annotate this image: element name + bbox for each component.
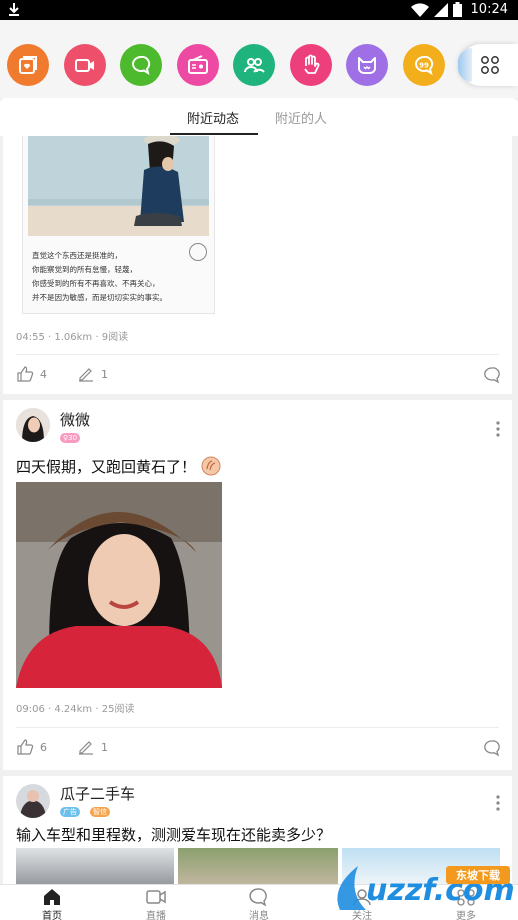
- smart-badge: 智信: [90, 807, 110, 817]
- nav-live[interactable]: 直播: [104, 885, 208, 920]
- nav-home[interactable]: 首页: [0, 885, 104, 920]
- ad-image[interactable]: [178, 848, 338, 884]
- post-image[interactable]: 直觉这个东西还是挺准的， 你能察觉到的所有怠慢，轻蔑， 你感受到的所有不再喜欢、…: [22, 136, 215, 314]
- nav-label: 首页: [42, 911, 62, 920]
- clapping-hands-emoji-icon: [201, 456, 221, 476]
- post-text-content: 四天假期，又跑回黄石了！: [16, 458, 197, 476]
- status-bar: 10:24: [0, 0, 518, 20]
- home-icon: [44, 889, 60, 905]
- post-time: 09:06: [16, 704, 45, 715]
- post-distance: 4.24km: [54, 704, 93, 715]
- group-icon[interactable]: [233, 44, 275, 86]
- pencil-icon: [79, 741, 93, 755]
- ad-badge: 广告: [60, 807, 80, 817]
- username[interactable]: 微微: [60, 409, 90, 430]
- more-options-icon[interactable]: [496, 421, 500, 437]
- nav-label: 消息: [249, 911, 269, 920]
- post-text: 四天假期，又跑回黄石了！: [16, 456, 221, 477]
- post-time: 04:55: [16, 332, 45, 343]
- chat-bubble-icon[interactable]: [120, 44, 162, 86]
- radio-icon[interactable]: [177, 44, 219, 86]
- photo-album-icon[interactable]: [7, 44, 49, 86]
- app-screen: 10:24 99 附近动态 附近的人 直觉这个东西还是挺准的， 你能察觉到的所有…: [0, 0, 518, 920]
- active-tab-indicator: [170, 133, 258, 135]
- avatar-photo: [16, 784, 50, 818]
- like-count: 6: [40, 740, 47, 754]
- watermark-logo: uzzf.com 东坡下载: [328, 858, 515, 916]
- feed-tabs: 附近动态 附近的人: [0, 98, 518, 136]
- post-reads: 9阅读: [101, 332, 129, 343]
- comment-count: 1: [101, 367, 108, 381]
- divider: [16, 727, 499, 728]
- avatar[interactable]: [16, 784, 50, 818]
- watermark-tag-text: 东坡下载: [456, 868, 500, 882]
- more-apps-button[interactable]: [458, 44, 518, 86]
- divider: [16, 354, 499, 355]
- post-reads: 25阅读: [101, 704, 135, 715]
- cat-face-icon[interactable]: [346, 44, 388, 86]
- nav-messages[interactable]: 消息: [207, 885, 311, 920]
- post-distance: 1.06km: [54, 332, 93, 343]
- feed-list[interactable]: 直觉这个东西还是挺准的， 你能察觉到的所有怠慢，轻蔑， 你感受到的所有不再喜欢、…: [0, 136, 518, 884]
- post-meta: 04:55 · 1.06km · 9阅读: [16, 332, 129, 343]
- avatar[interactable]: [16, 408, 50, 442]
- ad-image[interactable]: [16, 848, 174, 884]
- avatar-photo: [16, 408, 50, 442]
- grid-menu-icon: [481, 56, 499, 74]
- comment-count-button[interactable]: 1: [77, 738, 108, 756]
- tab-nearby-people[interactable]: 附近的人: [275, 108, 327, 127]
- comment-count-button[interactable]: 1: [77, 365, 108, 383]
- uzzf-logo: uzzf.com 东坡下载: [337, 866, 515, 910]
- battery-icon: [452, 2, 462, 17]
- quick-apps-row: 99: [0, 20, 518, 98]
- feed-card: 直觉这个东西还是挺准的， 你能察觉到的所有怠慢，轻蔑， 你感受到的所有不再喜欢、…: [3, 136, 512, 394]
- post-text: 输入车型和里程数，测测爱车现在还能卖多少？: [16, 826, 332, 844]
- video-camera-icon[interactable]: [64, 44, 106, 86]
- like-button[interactable]: 4: [16, 365, 47, 383]
- caption-line: 你感受到的所有不再喜欢、不再关心，: [32, 279, 160, 288]
- comment-count: 1: [101, 740, 108, 754]
- gender-age-badge: ♀30: [60, 433, 81, 443]
- username[interactable]: 瓜子二手车: [60, 783, 135, 804]
- pencil-icon: [79, 368, 93, 382]
- nav-label: 直播: [146, 911, 166, 920]
- jiujiu-99-label: 99: [419, 62, 429, 70]
- caption-line: 直觉这个东西还是挺准的，: [32, 251, 122, 260]
- caption-line: 你能察觉到的所有怠慢，轻蔑，: [32, 265, 137, 274]
- post-image[interactable]: [16, 482, 222, 688]
- message-icon: [249, 888, 267, 906]
- jiujiu-99-icon[interactable]: 99: [403, 44, 445, 86]
- like-button[interactable]: 6: [16, 738, 47, 756]
- download-icon: [9, 3, 19, 16]
- next-app-icon: [458, 48, 472, 82]
- clock: 10:24: [470, 2, 508, 17]
- comment-icon[interactable]: [482, 738, 502, 758]
- comment-icon[interactable]: [482, 365, 502, 385]
- post-image-caption: 直觉这个东西还是挺准的， 你能察觉到的所有怠慢，轻蔑， 你感受到的所有不再喜欢、…: [32, 249, 207, 305]
- post-photo-selfie: [16, 482, 222, 688]
- thumbs-up-icon: [17, 366, 34, 382]
- post-meta: 09:06 · 4.24km · 25阅读: [16, 704, 135, 715]
- like-count: 4: [40, 367, 47, 381]
- hand-wave-icon[interactable]: [290, 44, 332, 86]
- tab-nearby-posts[interactable]: 附近动态: [187, 108, 239, 127]
- signal-icon: [433, 2, 448, 17]
- caption-line: 并不是因为敏感，而是切切实实的事实。: [32, 293, 167, 302]
- live-video-icon: [146, 890, 166, 904]
- feed-card: 微微 ♀30 四天假期，又跑回黄石了！ 09:06 · 4.24km · 25阅…: [3, 400, 512, 770]
- post-photo-beach: [28, 136, 209, 236]
- more-options-icon[interactable]: [496, 795, 500, 811]
- thumbs-up-icon: [17, 739, 34, 755]
- wifi-icon: [410, 2, 429, 17]
- stamp-seal: [189, 243, 207, 261]
